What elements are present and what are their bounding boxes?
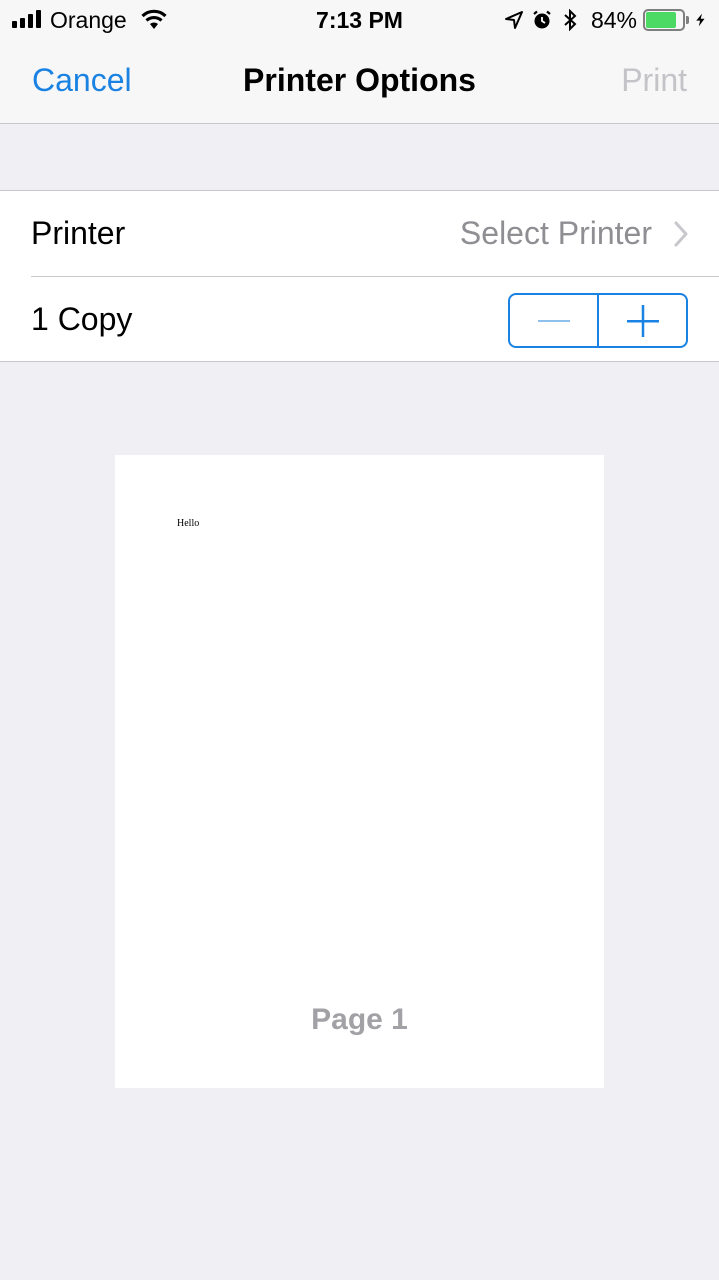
location-arrow-icon [504, 11, 523, 29]
copies-row: 1 Copy [0, 277, 719, 363]
preview-page-number: Page 1 [311, 1003, 408, 1036]
status-bar: Orange 7:13 PM 84% [0, 0, 719, 40]
printer-row[interactable]: Printer Select Printer [0, 191, 719, 277]
increment-button[interactable] [597, 295, 686, 346]
printer-options-group: Printer Select Printer 1 Copy [0, 190, 719, 362]
print-button[interactable]: Print [621, 62, 687, 99]
alarm-icon [533, 10, 551, 29]
status-right-group: 84% [503, 6, 709, 34]
print-preview-page[interactable]: Hello Page 1 [115, 455, 604, 1088]
bluetooth-icon [564, 9, 577, 31]
printer-label: Printer [31, 215, 126, 251]
chevron-right-icon [674, 221, 688, 247]
copies-stepper[interactable] [508, 293, 688, 348]
select-printer-value: Select Printer [459, 215, 652, 251]
preview-document-text: Hello [177, 518, 200, 529]
battery-percentage: 84% [590, 6, 637, 33]
minus-icon [537, 319, 570, 322]
battery-icon [643, 9, 689, 31]
charging-bolt-icon [696, 13, 705, 27]
plus-icon [626, 304, 659, 337]
cancel-button[interactable]: Cancel [32, 62, 132, 99]
copies-label: 1 Copy [31, 301, 133, 337]
decrement-button[interactable] [510, 295, 597, 346]
navigation-header: Orange 7:13 PM 84% Cancel Printer Option… [0, 0, 719, 124]
